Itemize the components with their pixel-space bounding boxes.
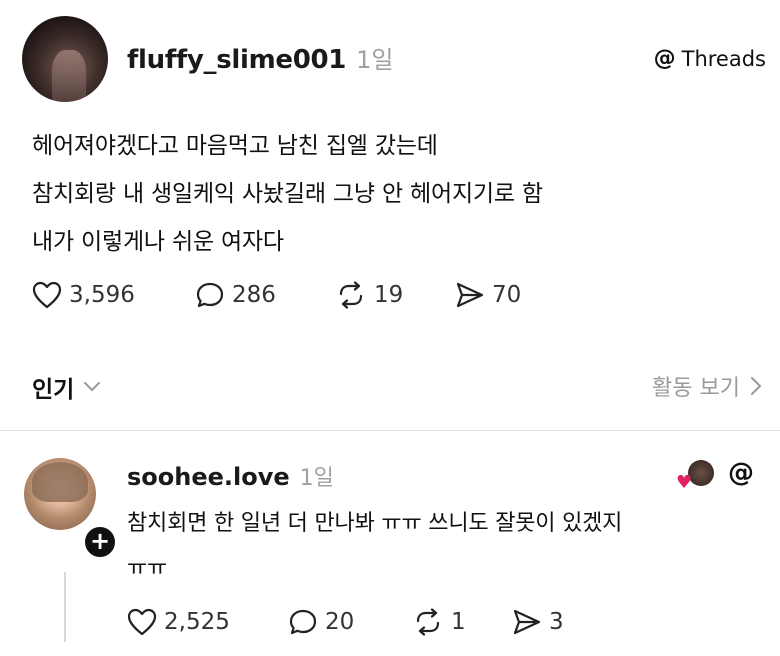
comment-bubble-icon bbox=[196, 282, 224, 308]
heart-icon bbox=[127, 608, 157, 636]
post-line-3: 내가 이렇게나 쉬운 여자다 bbox=[32, 229, 284, 255]
view-activity-link[interactable]: 활동 보기 bbox=[652, 370, 762, 402]
sort-label: 인기 bbox=[32, 377, 75, 403]
repost-count: 19 bbox=[374, 282, 404, 308]
author-username[interactable]: fluffy_slime001 bbox=[127, 45, 346, 75]
reply-line-1: 참치회면 한 일년 더 만나봐 ㅠㅠ 쓰니도 잘못이 있겠지 bbox=[127, 511, 623, 536]
liked-by-avatars[interactable]: ♥ bbox=[676, 460, 714, 493]
heart-badge-icon: ♥ bbox=[676, 472, 693, 493]
reply-avatar[interactable] bbox=[24, 458, 96, 530]
chevron-down-icon bbox=[84, 382, 101, 392]
share-button[interactable]: 70 bbox=[455, 281, 521, 309]
like-button[interactable]: 3,596 bbox=[32, 281, 135, 309]
repost-icon bbox=[416, 608, 440, 636]
like-count: 3,596 bbox=[69, 282, 135, 308]
reply-repost-button[interactable]: 1 bbox=[412, 608, 466, 636]
author-avatar[interactable] bbox=[22, 16, 108, 102]
threads-badge-label: Threads bbox=[681, 46, 766, 71]
post-line-1: 헤어져야겠다고 마음먹고 남친 집엘 갔는데 bbox=[32, 133, 438, 159]
send-icon bbox=[456, 282, 484, 308]
reply-like-count: 2,525 bbox=[164, 609, 230, 635]
comment-bubble-icon bbox=[289, 609, 317, 635]
send-icon bbox=[513, 609, 541, 635]
reply-header: soohee.love 1일 bbox=[127, 460, 334, 492]
repost-icon bbox=[339, 281, 363, 309]
threads-badge[interactable]: @ Threads bbox=[654, 46, 766, 71]
reply-share-button[interactable]: 3 bbox=[512, 608, 564, 636]
threads-logo-icon: @ bbox=[653, 46, 676, 71]
heart-icon bbox=[32, 281, 62, 309]
repost-button[interactable]: 19 bbox=[335, 281, 403, 309]
plus-icon: + bbox=[89, 527, 111, 555]
reply-time: 1일 bbox=[299, 466, 334, 491]
reply-line-2: ㅠㅠ bbox=[127, 556, 168, 581]
reply-comment-count: 20 bbox=[325, 609, 355, 635]
reply-comment-button[interactable]: 20 bbox=[288, 608, 354, 636]
reply-repost-count: 1 bbox=[451, 609, 466, 635]
chevron-right-icon bbox=[751, 377, 762, 395]
sort-dropdown[interactable]: 인기 bbox=[32, 370, 102, 404]
reply-username[interactable]: soohee.love bbox=[127, 463, 290, 491]
post-header: fluffy_slime001 1일 bbox=[127, 40, 393, 75]
thread-connector bbox=[64, 572, 66, 642]
threads-logo-icon[interactable]: @ bbox=[728, 458, 754, 488]
reply-like-button[interactable]: 2,525 bbox=[127, 608, 230, 636]
section-divider bbox=[0, 430, 780, 431]
view-activity-label: 활동 보기 bbox=[652, 376, 740, 401]
comment-button[interactable]: 286 bbox=[195, 281, 276, 309]
follow-plus-button[interactable]: + bbox=[82, 524, 118, 560]
post-line-2: 참치회랑 내 생일케익 사놨길래 그냥 안 헤어지기로 함 bbox=[32, 181, 543, 207]
share-count: 70 bbox=[492, 282, 522, 308]
reply-share-count: 3 bbox=[549, 609, 564, 635]
post-time: 1일 bbox=[356, 46, 394, 74]
comment-count: 286 bbox=[232, 282, 276, 308]
